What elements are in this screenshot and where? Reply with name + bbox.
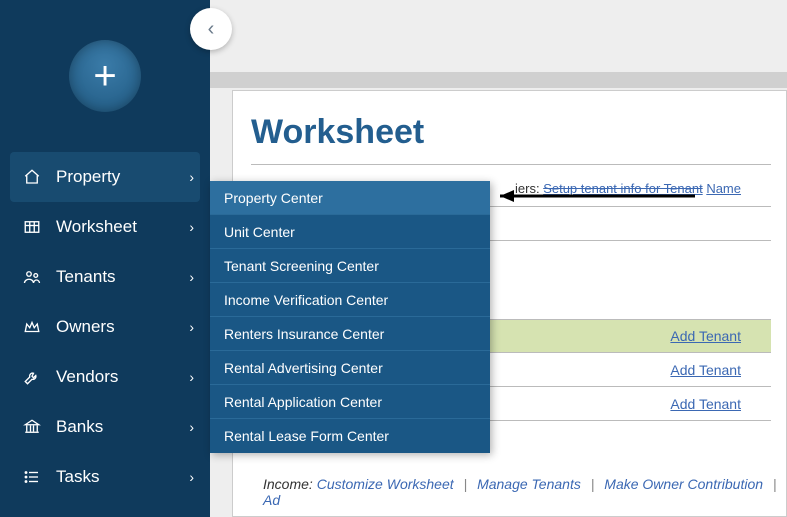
add-tenant-link[interactable]: Add Tenant xyxy=(670,362,741,378)
submenu-item-label: Rental Lease Form Center xyxy=(224,428,389,444)
sidebar-item-tasks[interactable]: Tasks › xyxy=(0,452,210,502)
chevron-right-icon: › xyxy=(189,169,194,185)
submenu-item-label: Unit Center xyxy=(224,224,295,240)
sidebar-item-label: Property xyxy=(56,167,189,187)
sidebar-item-label: Owners xyxy=(56,317,189,337)
chevron-right-icon: › xyxy=(189,269,194,285)
crown-icon xyxy=(20,318,44,336)
submenu-item-label: Rental Advertising Center xyxy=(224,360,383,376)
grid-icon xyxy=(20,218,44,236)
income-link-manage-tenants[interactable]: Manage Tenants xyxy=(477,476,581,492)
sidebar-item-property[interactable]: Property › xyxy=(10,152,200,202)
chevron-right-icon: › xyxy=(189,219,194,235)
submenu-item-label: Renters Insurance Center xyxy=(224,326,384,342)
sidebar-item-tenants[interactable]: Tenants › xyxy=(0,252,210,302)
chevron-right-icon: › xyxy=(189,419,194,435)
submenu-item-tenant-screening[interactable]: Tenant Screening Center xyxy=(210,249,490,283)
sidebar-item-label: Banks xyxy=(56,417,189,437)
submenu-item-rental-advertising[interactable]: Rental Advertising Center xyxy=(210,351,490,385)
add-button[interactable]: + xyxy=(69,40,141,112)
submenu-item-rental-application[interactable]: Rental Application Center xyxy=(210,385,490,419)
sidebar-item-label: Vendors xyxy=(56,367,189,387)
reminder-link-name[interactable]: Name xyxy=(706,181,741,196)
page-title: Worksheet xyxy=(251,113,786,152)
sidebar-item-label: Worksheet xyxy=(56,217,189,237)
reminder-prefix: iers: xyxy=(515,181,540,196)
header-greybar xyxy=(210,72,787,88)
wrench-icon xyxy=(20,368,44,386)
submenu-item-unit-center[interactable]: Unit Center xyxy=(210,215,490,249)
income-footer: Income: Customize Worksheet | Manage Ten… xyxy=(263,476,786,508)
submenu-item-label: Property Center xyxy=(224,190,323,206)
list-icon xyxy=(20,468,44,486)
submenu-item-property-center[interactable]: Property Center xyxy=(210,181,490,215)
income-link-customize[interactable]: Customize Worksheet xyxy=(317,476,454,492)
income-label: Income: xyxy=(263,476,313,492)
sidebar-item-owners[interactable]: Owners › xyxy=(0,302,210,352)
collapse-sidebar-button[interactable]: ‹ xyxy=(190,8,232,50)
chevron-left-icon: ‹ xyxy=(208,18,215,41)
submenu-item-rental-lease-form[interactable]: Rental Lease Form Center xyxy=(210,419,490,453)
reminder-link-struck[interactable]: Setup tenant info for Tenant xyxy=(543,181,703,196)
income-link-owner-contribution[interactable]: Make Owner Contribution xyxy=(604,476,763,492)
submenu-item-label: Rental Application Center xyxy=(224,394,382,410)
submenu-item-income-verification[interactable]: Income Verification Center xyxy=(210,283,490,317)
sidebar-item-vendors[interactable]: Vendors › xyxy=(0,352,210,402)
chevron-right-icon: › xyxy=(189,319,194,335)
add-tenant-link[interactable]: Add Tenant xyxy=(670,328,741,344)
sidebar-item-label: Tenants xyxy=(56,267,189,287)
submenu-item-label: Income Verification Center xyxy=(224,292,388,308)
separator: | xyxy=(591,476,595,492)
separator: | xyxy=(464,476,468,492)
income-link-ad[interactable]: Ad xyxy=(263,492,280,508)
sidebar-item-banks[interactable]: Banks › xyxy=(0,402,210,452)
separator: | xyxy=(773,476,777,492)
sidebar: + Property › Worksheet › Tenants › xyxy=(0,0,210,517)
submenu-item-label: Tenant Screening Center xyxy=(224,258,379,274)
sidebar-item-worksheet[interactable]: Worksheet › xyxy=(0,202,210,252)
bank-icon xyxy=(20,418,44,436)
add-tenant-link[interactable]: Add Tenant xyxy=(670,396,741,412)
submenu-item-renters-insurance[interactable]: Renters Insurance Center xyxy=(210,317,490,351)
chevron-right-icon: › xyxy=(189,369,194,385)
nav: Property › Worksheet › Tenants › Owners … xyxy=(0,152,210,502)
property-submenu: Property Center Unit Center Tenant Scree… xyxy=(210,181,490,453)
sidebar-item-label: Tasks xyxy=(56,467,189,487)
plus-icon: + xyxy=(93,56,116,96)
users-icon xyxy=(20,268,44,286)
home-icon xyxy=(20,168,44,186)
divider xyxy=(251,164,771,165)
chevron-right-icon: › xyxy=(189,469,194,485)
